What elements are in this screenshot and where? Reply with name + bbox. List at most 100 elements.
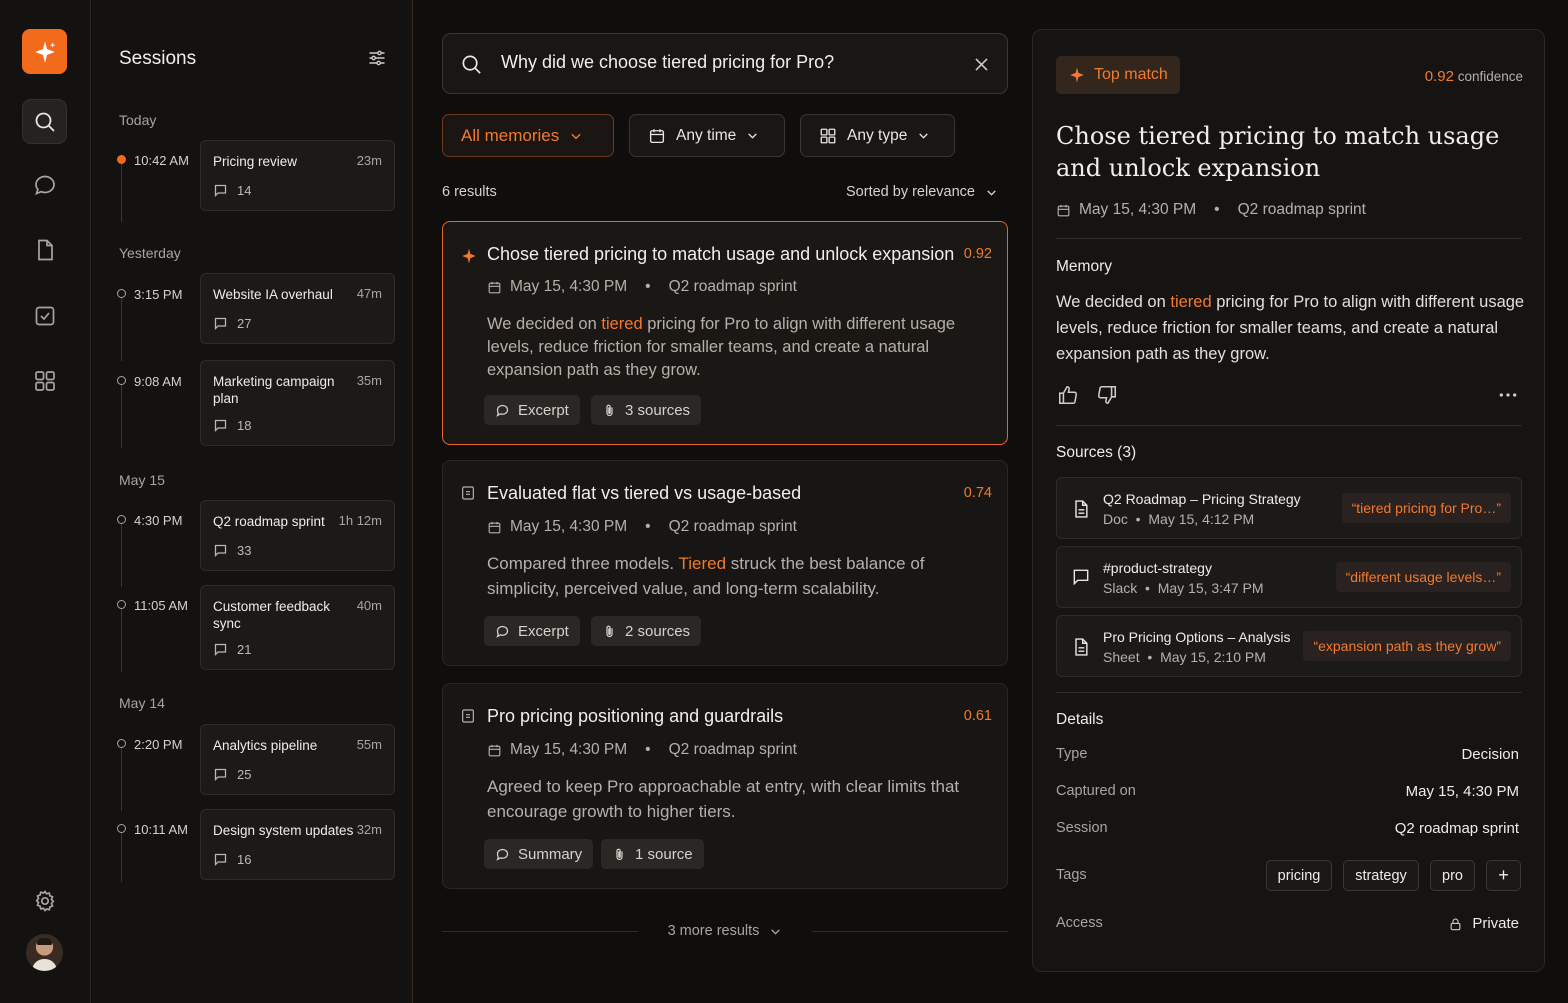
session-title: Marketing campaign plan: [213, 374, 335, 406]
session-time: 9:08 AM: [134, 374, 182, 389]
result-sources-pill[interactable]: 2 sources: [591, 616, 702, 646]
calendar-icon: [488, 281, 501, 293]
nav-apps[interactable]: [22, 358, 67, 403]
session-card-marketing[interactable]: Marketing campaign plan 35m 18: [200, 360, 395, 446]
details-label: Details: [1056, 711, 1104, 728]
result-title: Pro pricing positioning and guardrails: [487, 706, 784, 726]
session-card-customer-feedback[interactable]: Customer feedback sync 40m 21: [200, 585, 395, 670]
gear-icon: [35, 889, 54, 912]
sort-dropdown[interactable]: Sorted by relevance: [846, 184, 998, 200]
result-body: Agreed to keep Pro approachable at entry…: [487, 774, 987, 824]
timeline-dot-live: [117, 155, 126, 164]
nav-documents[interactable]: [22, 227, 67, 272]
result-body: Compared three models. Tiered struck the…: [487, 551, 987, 601]
search-input[interactable]: [501, 52, 951, 73]
timeline-line: [121, 289, 122, 361]
divider: [1056, 692, 1522, 693]
session-card-website-ia[interactable]: Website IA overhaul 47m 27: [200, 273, 395, 344]
result-meta: May 15, 4:30 PM • Q2 roadmap sprint: [487, 518, 797, 536]
body-text: We decided on: [487, 315, 602, 333]
sources-label: Sources (3): [1056, 444, 1137, 461]
close-icon[interactable]: [972, 55, 991, 74]
calendar-icon: [488, 521, 501, 533]
filter-all-memories[interactable]: All memories: [442, 114, 614, 157]
thumbs-up-icon[interactable]: [1057, 384, 1079, 406]
result-title: Chose tiered pricing to match usage and …: [487, 244, 955, 264]
detail-title: Chose tiered pricing to match usage and …: [1056, 122, 1500, 182]
group-label-may-15: May 15: [119, 472, 165, 488]
tag-pricing[interactable]: pricing: [1266, 860, 1332, 891]
timeline-line: [121, 515, 122, 587]
filter-label: Any type: [847, 126, 908, 144]
more-results-label: 3 more results: [667, 923, 760, 939]
session-title: Website IA overhaul: [213, 287, 333, 302]
chat-icon: [214, 317, 227, 331]
result-date: May 15, 4:30 PM: [510, 741, 628, 758]
result-score: 0.74: [963, 485, 992, 501]
more-results-button[interactable]: 3 more results: [442, 919, 1008, 943]
source-item[interactable]: Pro Pricing Options – Analysis Sheet • M…: [1056, 615, 1522, 677]
timeline-dot: [117, 289, 126, 298]
session-title: Customer feedback sync: [213, 599, 331, 631]
timeline-dot: [117, 824, 126, 833]
source-subtitle: Sheet • May 15, 2:10 PM: [1103, 649, 1266, 665]
count-value: 21: [237, 642, 252, 657]
result-card[interactable]: Evaluated flat vs tiered vs usage-based …: [442, 460, 1008, 666]
session-message-count: 21: [213, 642, 251, 657]
detail-row-key: Tags: [1056, 867, 1087, 883]
session-time: 10:42 AM: [134, 153, 189, 168]
filter-any-type[interactable]: Any type: [800, 114, 955, 157]
count-value: 16: [237, 852, 252, 867]
document-icon: [1075, 638, 1088, 656]
count-value: 25: [237, 767, 252, 782]
nav-chat[interactable]: [22, 162, 67, 207]
body-highlight: Tiered: [678, 554, 727, 573]
divider: [1056, 425, 1522, 426]
result-sources-pill[interactable]: 1 source: [601, 839, 704, 869]
result-sources-pill[interactable]: 3 sources: [591, 395, 702, 425]
meta-separator: •: [1214, 201, 1220, 218]
source-quote: “expansion path as they grow”: [1303, 631, 1511, 661]
session-message-count: 33: [213, 543, 251, 558]
sessions-filter-button[interactable]: [367, 48, 387, 73]
result-meta: May 15, 4:30 PM • Q2 roadmap sprint: [487, 278, 797, 296]
access-value: Private: [1472, 915, 1519, 932]
session-message-count: 14: [213, 183, 251, 198]
filter-any-time[interactable]: Any time: [629, 114, 785, 157]
calendar-icon: [1057, 204, 1070, 216]
source-title: Pro Pricing Options – Analysis: [1103, 629, 1291, 645]
detail-row-value[interactable]: Private: [1448, 915, 1519, 932]
timeline-dot: [117, 376, 126, 385]
count-value: 18: [237, 418, 252, 433]
body-text: We decided on: [1056, 293, 1171, 311]
thumbs-down-icon[interactable]: [1096, 384, 1118, 406]
source-item[interactable]: Q2 Roadmap – Pricing Strategy Doc • May …: [1056, 477, 1522, 539]
session-card-analytics[interactable]: Analytics pipeline 55m 25: [200, 724, 395, 795]
result-card[interactable]: Pro pricing positioning and guardrails 0…: [442, 683, 1008, 889]
detail-row-value: May 15, 4:30 PM: [1406, 783, 1519, 800]
detail-row-value: Decision: [1461, 746, 1519, 763]
nav-search[interactable]: [22, 99, 67, 144]
tag-strategy[interactable]: strategy: [1343, 860, 1419, 891]
result-date: May 15, 4:30 PM: [510, 518, 628, 535]
session-title: Q2 roadmap sprint: [213, 514, 325, 529]
add-tag-button[interactable]: +: [1486, 860, 1521, 891]
lock-icon: [1450, 917, 1461, 930]
detail-meta: May 15, 4:30 PM • Q2 roadmap sprint: [1056, 201, 1366, 219]
session-card-design-system[interactable]: Design system updates 32m 16: [200, 809, 395, 880]
tag-pro[interactable]: pro: [1430, 860, 1475, 891]
app-logo[interactable]: [22, 29, 67, 74]
chevron-down-icon: [748, 133, 758, 139]
source-kind: Slack: [1103, 580, 1138, 596]
session-card-q2-roadmap[interactable]: Q2 roadmap sprint 1h 12m 33: [200, 500, 395, 571]
session-card-pricing-review[interactable]: Pricing review 23m 14: [200, 140, 395, 211]
result-card-top[interactable]: Chose tiered pricing to match usage and …: [442, 221, 1008, 445]
nav-settings[interactable]: [22, 878, 67, 923]
sliders-icon: [369, 50, 385, 66]
search-icon: [462, 55, 481, 74]
detail-row-key: Captured on: [1056, 783, 1136, 799]
source-item[interactable]: #product-strategy Slack • May 15, 3:47 P…: [1056, 546, 1522, 608]
nav-tasks[interactable]: [22, 293, 67, 338]
avatar[interactable]: [26, 934, 63, 971]
more-options-icon[interactable]: [1498, 385, 1518, 405]
